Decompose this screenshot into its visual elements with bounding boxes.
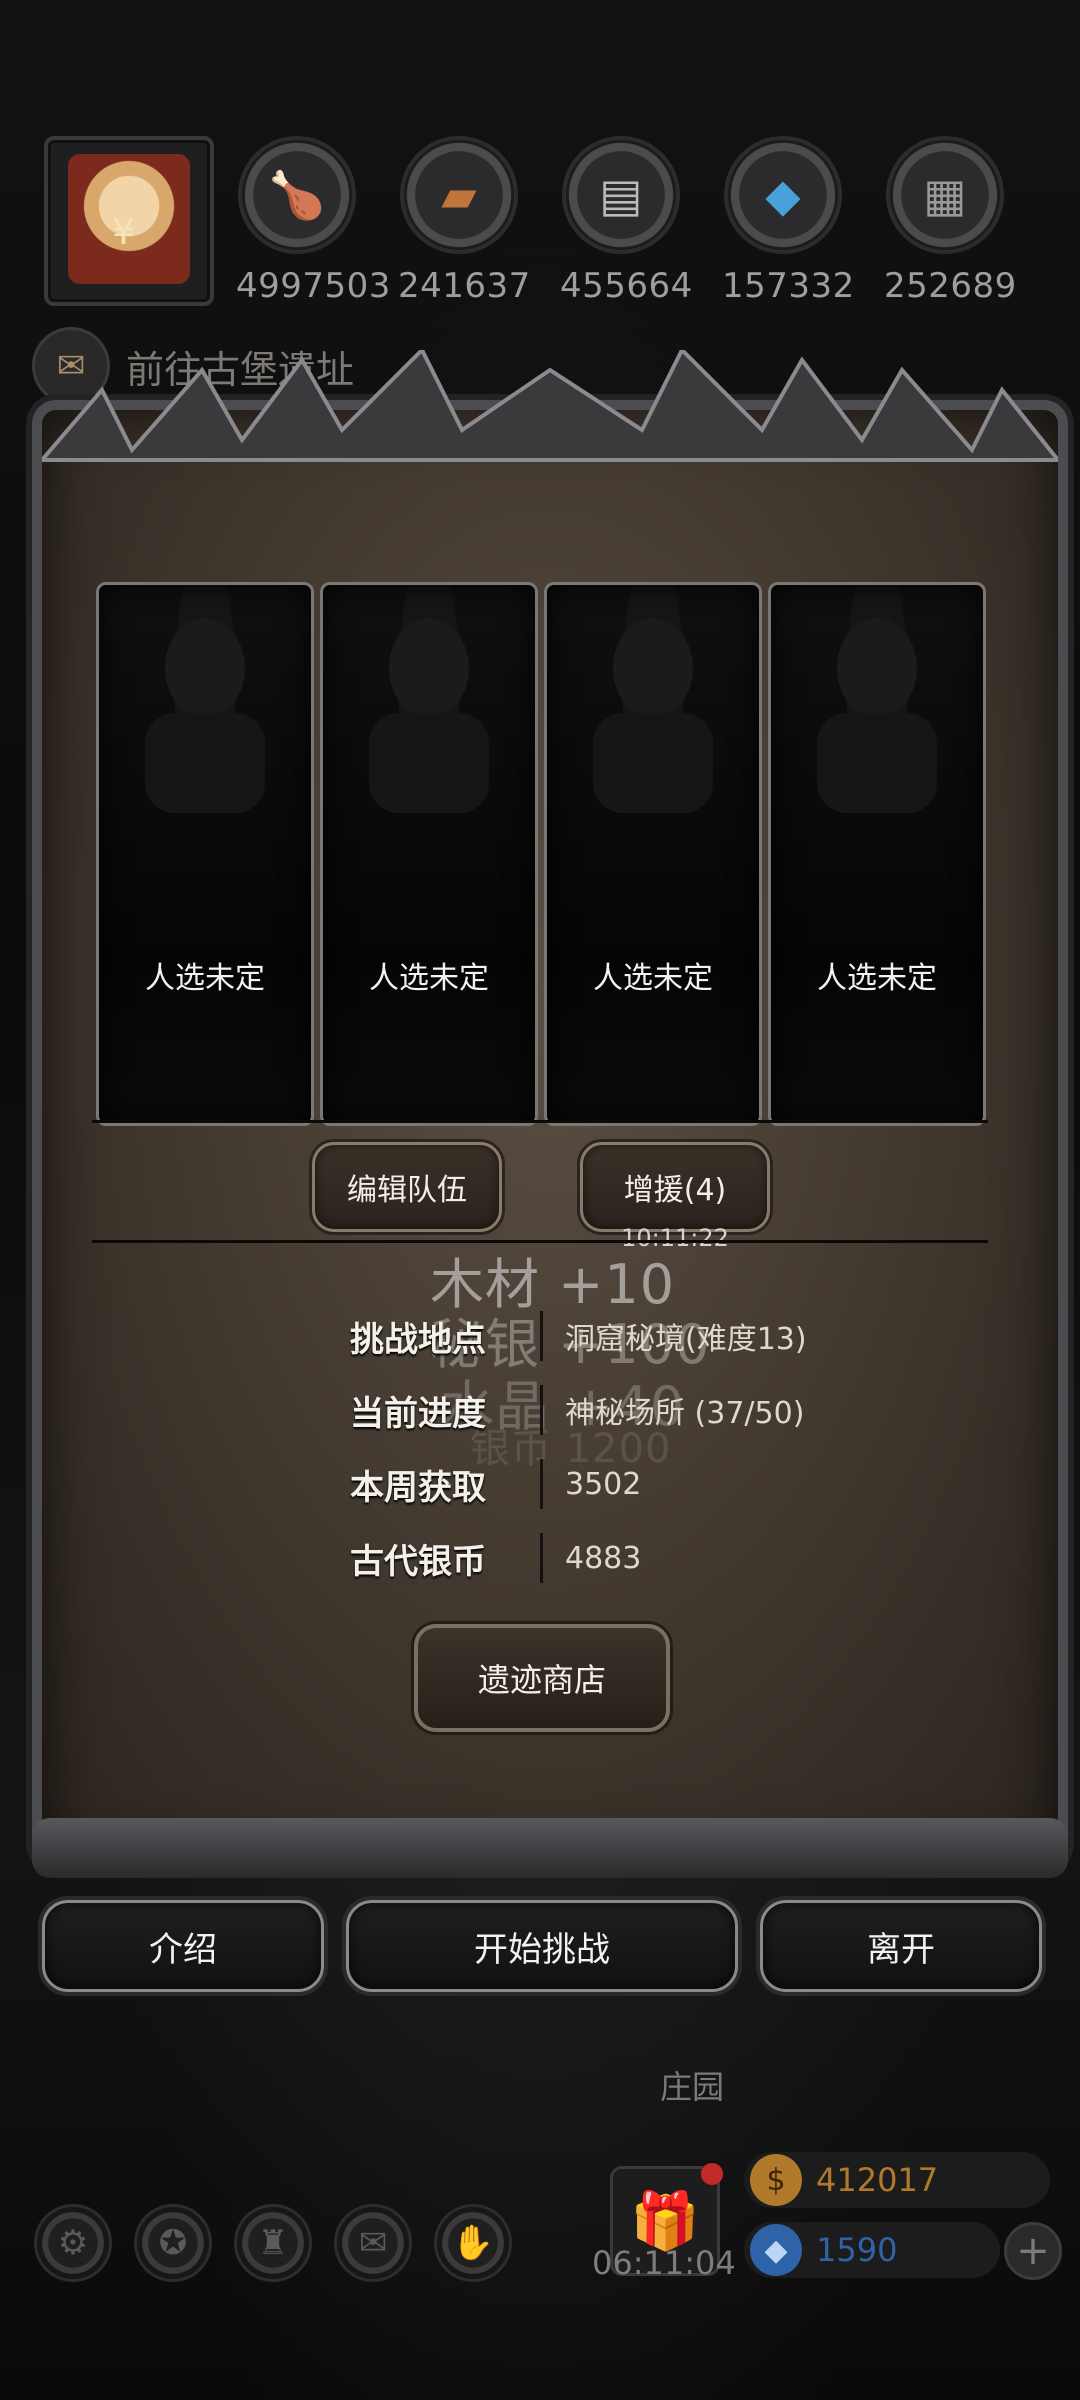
notification-dot	[701, 2163, 723, 2185]
divider	[92, 1120, 988, 1123]
resource-value: 157332	[722, 266, 855, 306]
resource-wood[interactable]: ▰ 241637	[398, 136, 531, 306]
hero-slot-2[interactable]: 人选未定	[320, 582, 538, 1126]
info-value: 神秘场所 (37/50)	[565, 1396, 805, 1431]
silhouette-icon	[817, 618, 937, 813]
info-separator	[540, 1459, 543, 1509]
gem-counter: ◆ 1590	[744, 2222, 1000, 2278]
spiked-frame-ornament	[42, 350, 1058, 462]
silhouette-icon	[145, 618, 265, 813]
slot-label: 人选未定	[817, 961, 937, 996]
frame-bottom-ornament	[32, 1818, 1068, 1878]
location-label: 庄园	[660, 2068, 725, 2106]
info-key: 本周获取	[350, 1467, 486, 1508]
gift-timer: 06:11:04	[592, 2244, 736, 2282]
mail-icon[interactable]: ✉	[334, 2204, 412, 2282]
star-icon[interactable]: ✪	[134, 2204, 212, 2282]
hero-slot-3[interactable]: 人选未定	[544, 582, 762, 1126]
slot-label: 人选未定	[593, 961, 713, 996]
info-location: 挑战地点 洞窟秘境(难度13)	[350, 1306, 950, 1366]
info-key: 古代银币	[350, 1541, 486, 1582]
info-progress: 当前进度 神秘场所 (37/50)	[350, 1380, 950, 1440]
info-weekly: 本周获取 3502	[350, 1454, 950, 1514]
castle-icon[interactable]: ♜	[234, 2204, 312, 2282]
crystal-icon: ◆	[724, 136, 842, 254]
start-challenge-button[interactable]: 开始挑战	[346, 1900, 738, 1992]
resource-meat[interactable]: 🍗 4997503	[236, 136, 391, 306]
meat-icon: 🍗	[238, 136, 356, 254]
resource-value: 252689	[884, 266, 1017, 306]
info-value: 3502	[565, 1466, 642, 1502]
tiger-avatar-icon	[68, 154, 190, 284]
info-separator	[540, 1311, 543, 1361]
info-separator	[540, 1385, 543, 1435]
slot-label: 人选未定	[369, 961, 489, 996]
info-coins: 古代银币 4883	[350, 1528, 950, 1588]
resource-iron[interactable]: ▦ 252689	[884, 136, 1017, 306]
hero-slot-4[interactable]: 人选未定	[768, 582, 986, 1126]
slot-label: 人选未定	[145, 961, 265, 996]
info-value: 4883	[565, 1540, 642, 1576]
handshake-icon[interactable]: ✋	[434, 2204, 512, 2282]
silhouette-icon	[593, 618, 713, 813]
resource-value: 455664	[560, 266, 693, 306]
resource-crystal[interactable]: ◆ 157332	[722, 136, 855, 306]
gold-counter: $ 412017	[744, 2152, 1050, 2208]
silhouette-icon	[369, 618, 489, 813]
reinforce-button[interactable]: 增援(4)	[580, 1142, 770, 1232]
resource-stone[interactable]: ▤ 455664	[560, 136, 693, 306]
edit-team-button[interactable]: 编辑队伍	[312, 1142, 502, 1232]
leave-button[interactable]: 离开	[760, 1900, 1042, 1992]
ruins-shop-button[interactable]: 遗迹商店	[414, 1624, 670, 1732]
player-avatar[interactable]	[44, 136, 214, 306]
settings-icon[interactable]: ⚙	[34, 2204, 112, 2282]
info-separator	[540, 1533, 543, 1583]
gem-icon: ◆	[750, 2224, 802, 2276]
gold-coin-icon: $	[750, 2154, 802, 2206]
iron-icon: ▦	[886, 136, 1004, 254]
resource-value: 4997503	[236, 266, 391, 306]
add-gems-button[interactable]: +	[1004, 2222, 1062, 2280]
stone-icon: ▤	[562, 136, 680, 254]
intro-button[interactable]: 介绍	[42, 1900, 324, 1992]
info-value: 洞窟秘境(难度13)	[565, 1322, 807, 1357]
hero-slot-1[interactable]: 人选未定	[96, 582, 314, 1126]
info-key: 挑战地点	[350, 1319, 486, 1360]
info-key: 当前进度	[350, 1393, 486, 1434]
gem-value: 1590	[816, 2231, 898, 2269]
gold-value: 412017	[816, 2161, 939, 2199]
wood-icon: ▰	[400, 136, 518, 254]
resource-value: 241637	[398, 266, 531, 306]
